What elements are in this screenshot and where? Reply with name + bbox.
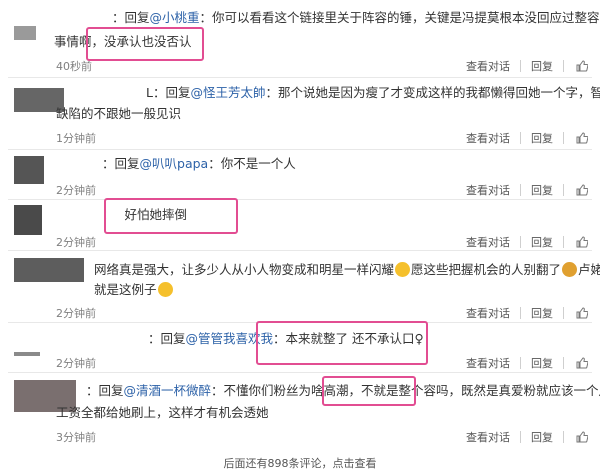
like-icon[interactable] <box>576 357 588 369</box>
mention-link[interactable]: @小桃重 <box>150 10 200 25</box>
divider <box>520 184 521 196</box>
reply-link[interactable]: 回复 <box>527 182 557 198</box>
divider <box>520 132 521 144</box>
emoji-icon <box>562 262 578 277</box>
like-icon[interactable] <box>576 132 588 144</box>
divider <box>520 307 521 319</box>
comment-actions: 查看对话 回复 <box>462 130 588 146</box>
comment-text-line: 工资全都给她刷上，这样才有机会透她 <box>56 405 269 420</box>
comment-actions: 查看对话 回复 <box>462 305 588 321</box>
reply-prefix: ：回复 <box>86 383 124 398</box>
divider <box>563 431 564 443</box>
view-conversation-link[interactable]: 查看对话 <box>462 130 514 146</box>
divider <box>563 357 564 369</box>
comment-line: 愿这些把握机会的人别翻了 <box>411 262 562 277</box>
comment-line: ：你可以看看这个链接里关于阵容的锤，关键是冯提莫根本没回应过整容的 <box>199 10 600 25</box>
like-icon[interactable] <box>576 60 588 72</box>
divider <box>8 250 592 251</box>
like-icon[interactable] <box>576 236 588 248</box>
timestamp: 2分钟前 <box>56 236 96 249</box>
more-comments-link[interactable]: 后面还有898条评论，点击查看 <box>0 455 600 471</box>
reply-link[interactable]: 回复 <box>527 130 557 146</box>
comment-text: ：回复@小桃重：你可以看看这个链接里关于阵容的锤，关键是冯提莫根本没回应过整容的 <box>112 8 600 28</box>
comment-line: 网络真是强大，让多少人从小人物变成和明星一样闪耀 <box>94 262 395 277</box>
comment-line: ：你不是一个人 <box>208 156 296 171</box>
mention-link[interactable]: @怪王芳太帥 <box>190 85 265 100</box>
divider <box>563 60 564 72</box>
like-icon[interactable] <box>576 431 588 443</box>
reply-link[interactable]: 回复 <box>527 305 557 321</box>
emoji-icon <box>395 262 411 277</box>
divider <box>520 236 521 248</box>
divider <box>563 307 564 319</box>
comment-text-line: 就是这例子 <box>94 280 174 300</box>
reply-prefix: ：回复 <box>148 331 186 346</box>
comment-text-line: 缺陷的不跟她一般见识 <box>56 106 182 121</box>
emoji-icon <box>157 282 173 297</box>
timestamp: 2分钟前 <box>56 184 96 197</box>
view-conversation-link[interactable]: 查看对话 <box>462 305 514 321</box>
divider <box>520 357 521 369</box>
view-conversation-link[interactable]: 查看对话 <box>462 234 514 250</box>
reply-link[interactable]: 回复 <box>527 234 557 250</box>
comment-line: 卢姥爷 <box>578 262 600 277</box>
reply-prefix: ：回复 <box>102 156 140 171</box>
divider <box>8 199 592 200</box>
reply-link[interactable]: 回复 <box>527 58 557 74</box>
mention-link[interactable]: @清酒一杯微醉 <box>124 383 212 398</box>
avatar[interactable] <box>14 205 42 235</box>
reply-prefix: L：回复 <box>146 85 191 100</box>
reply-link[interactable]: 回复 <box>527 355 557 371</box>
mention-link[interactable]: @叭叭papa <box>140 156 209 171</box>
comment-text: ：回复@叭叭papa：你不是一个人 <box>102 154 296 174</box>
avatar[interactable] <box>14 26 36 40</box>
highlight-box <box>86 27 204 61</box>
comment-text: 网络真是强大，让多少人从小人物变成和明星一样闪耀 愿这些把握机会的人别翻了 卢姥爷 <box>94 260 600 280</box>
avatar[interactable] <box>14 258 84 282</box>
reply-link[interactable]: 回复 <box>527 429 557 445</box>
divider <box>563 132 564 144</box>
divider <box>520 60 521 72</box>
avatar[interactable] <box>14 156 44 184</box>
divider <box>8 77 592 78</box>
view-conversation-link[interactable]: 查看对话 <box>462 355 514 371</box>
divider <box>520 431 521 443</box>
highlight-box <box>104 198 238 234</box>
like-icon[interactable] <box>576 184 588 196</box>
divider <box>8 372 592 373</box>
comment-actions: 查看对话 回复 <box>462 429 588 445</box>
reply-prefix: ：回复 <box>112 10 150 25</box>
highlight-box <box>256 321 428 365</box>
comment-text: L：回复@怪王芳太帥：那个说她是因为瘦了才变成这样的我都懒得回她一个字，智商有 <box>146 83 600 103</box>
comment-line: ：那个说她是因为瘦了才变成这样的我都懒得回她一个字，智商有 <box>265 85 600 100</box>
timestamp: 3分钟前 <box>56 431 96 444</box>
comment-actions: 查看对话 回复 <box>462 234 588 250</box>
timestamp: 1分钟前 <box>56 132 96 145</box>
highlight-box <box>322 376 416 406</box>
comment-actions: 查看对话 回复 <box>462 182 588 198</box>
timestamp: 2分钟前 <box>56 307 96 320</box>
divider <box>563 236 564 248</box>
divider <box>563 184 564 196</box>
divider <box>8 149 592 150</box>
view-conversation-link[interactable]: 查看对话 <box>462 429 514 445</box>
comment-line: 就是这例子 <box>94 282 157 297</box>
view-conversation-link[interactable]: 查看对话 <box>462 58 514 74</box>
comment-actions: 查看对话 回复 <box>462 58 588 74</box>
avatar[interactable] <box>14 352 40 356</box>
like-icon[interactable] <box>576 307 588 319</box>
view-conversation-link[interactable]: 查看对话 <box>462 182 514 198</box>
comment-actions: 查看对话 回复 <box>462 355 588 371</box>
timestamp: 2分钟前 <box>56 357 96 370</box>
